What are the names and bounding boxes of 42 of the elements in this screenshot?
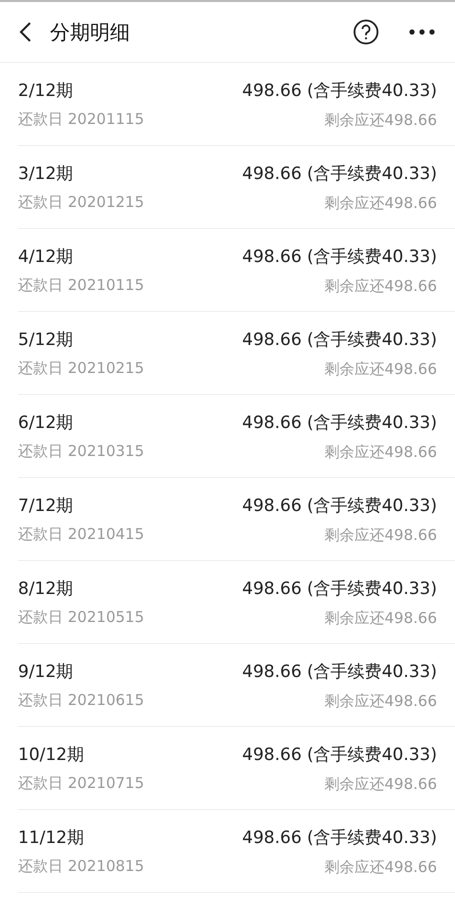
remaining-text: 剩余应还498.66	[324, 276, 437, 294]
period-label: 6/12期	[18, 412, 74, 434]
period-label: 5/12期	[18, 328, 74, 350]
due-date-text: 还款日 20210315	[18, 442, 146, 462]
due-date-text: 还款日 20210515	[18, 608, 146, 628]
due-date-text: 还款日 20210415	[18, 524, 146, 544]
amount-text: 498.66 (含手续费40.33)	[242, 744, 437, 764]
period-label: 4/12期	[18, 246, 74, 268]
period-label: 10/12期	[18, 744, 85, 766]
due-date-text: 还款日 20210615	[18, 690, 146, 710]
amount-text: 498.66 (含手续费40.33)	[242, 412, 437, 432]
amount-text: 498.66 (含手续费40.33)	[242, 164, 437, 184]
remaining-text: 剩余应还498.66	[324, 442, 437, 460]
due-date-text: 还款日 20210215	[18, 358, 146, 378]
amount-text: 498.66 (含手续费40.33)	[242, 828, 437, 848]
amount-text: 498.66 (含手续费40.33)	[242, 80, 437, 100]
due-date-text: 还款日 20210715	[18, 774, 146, 794]
remaining-text: 剩余应还498.66	[324, 360, 437, 378]
amount-text: 498.66 (含手续费40.33)	[242, 662, 437, 682]
period-label: 3/12期	[18, 162, 74, 184]
remaining-text: 剩余应还498.66	[324, 692, 437, 710]
period-label: 11/12期	[18, 826, 85, 848]
period-label: 9/12期	[18, 660, 74, 682]
period-label: 7/12期	[18, 494, 74, 516]
amount-text: 498.66 (含手续费40.33)	[242, 578, 437, 598]
amount-text: 498.66 (含手续费40.33)	[242, 496, 437, 516]
due-date-text: 还款日 20201215	[18, 192, 146, 212]
period-label: 8/12期	[18, 578, 74, 600]
period-label: 2/12期	[18, 80, 74, 102]
amount-text: 498.66 (含手续费40.33)	[242, 330, 437, 350]
remaining-text: 剩余应还498.66	[324, 858, 437, 876]
page-title: 分期明细	[50, 18, 131, 46]
remaining-text: 剩余应还498.66	[324, 110, 437, 128]
remaining-text: 剩余应还498.66	[324, 608, 437, 626]
back-icon[interactable]	[18, 21, 32, 43]
remaining-text: 剩余应还498.66	[324, 774, 437, 792]
due-date-text: 还款日 20210115	[18, 276, 146, 296]
due-date-text: 还款日 20210815	[18, 856, 146, 876]
remaining-text: 剩余应还498.66	[324, 194, 437, 212]
remaining-text: 剩余应还498.66	[324, 526, 437, 544]
amount-text: 498.66 (含手续费40.33)	[242, 246, 437, 266]
due-date-text: 还款日 20201115	[18, 110, 146, 130]
